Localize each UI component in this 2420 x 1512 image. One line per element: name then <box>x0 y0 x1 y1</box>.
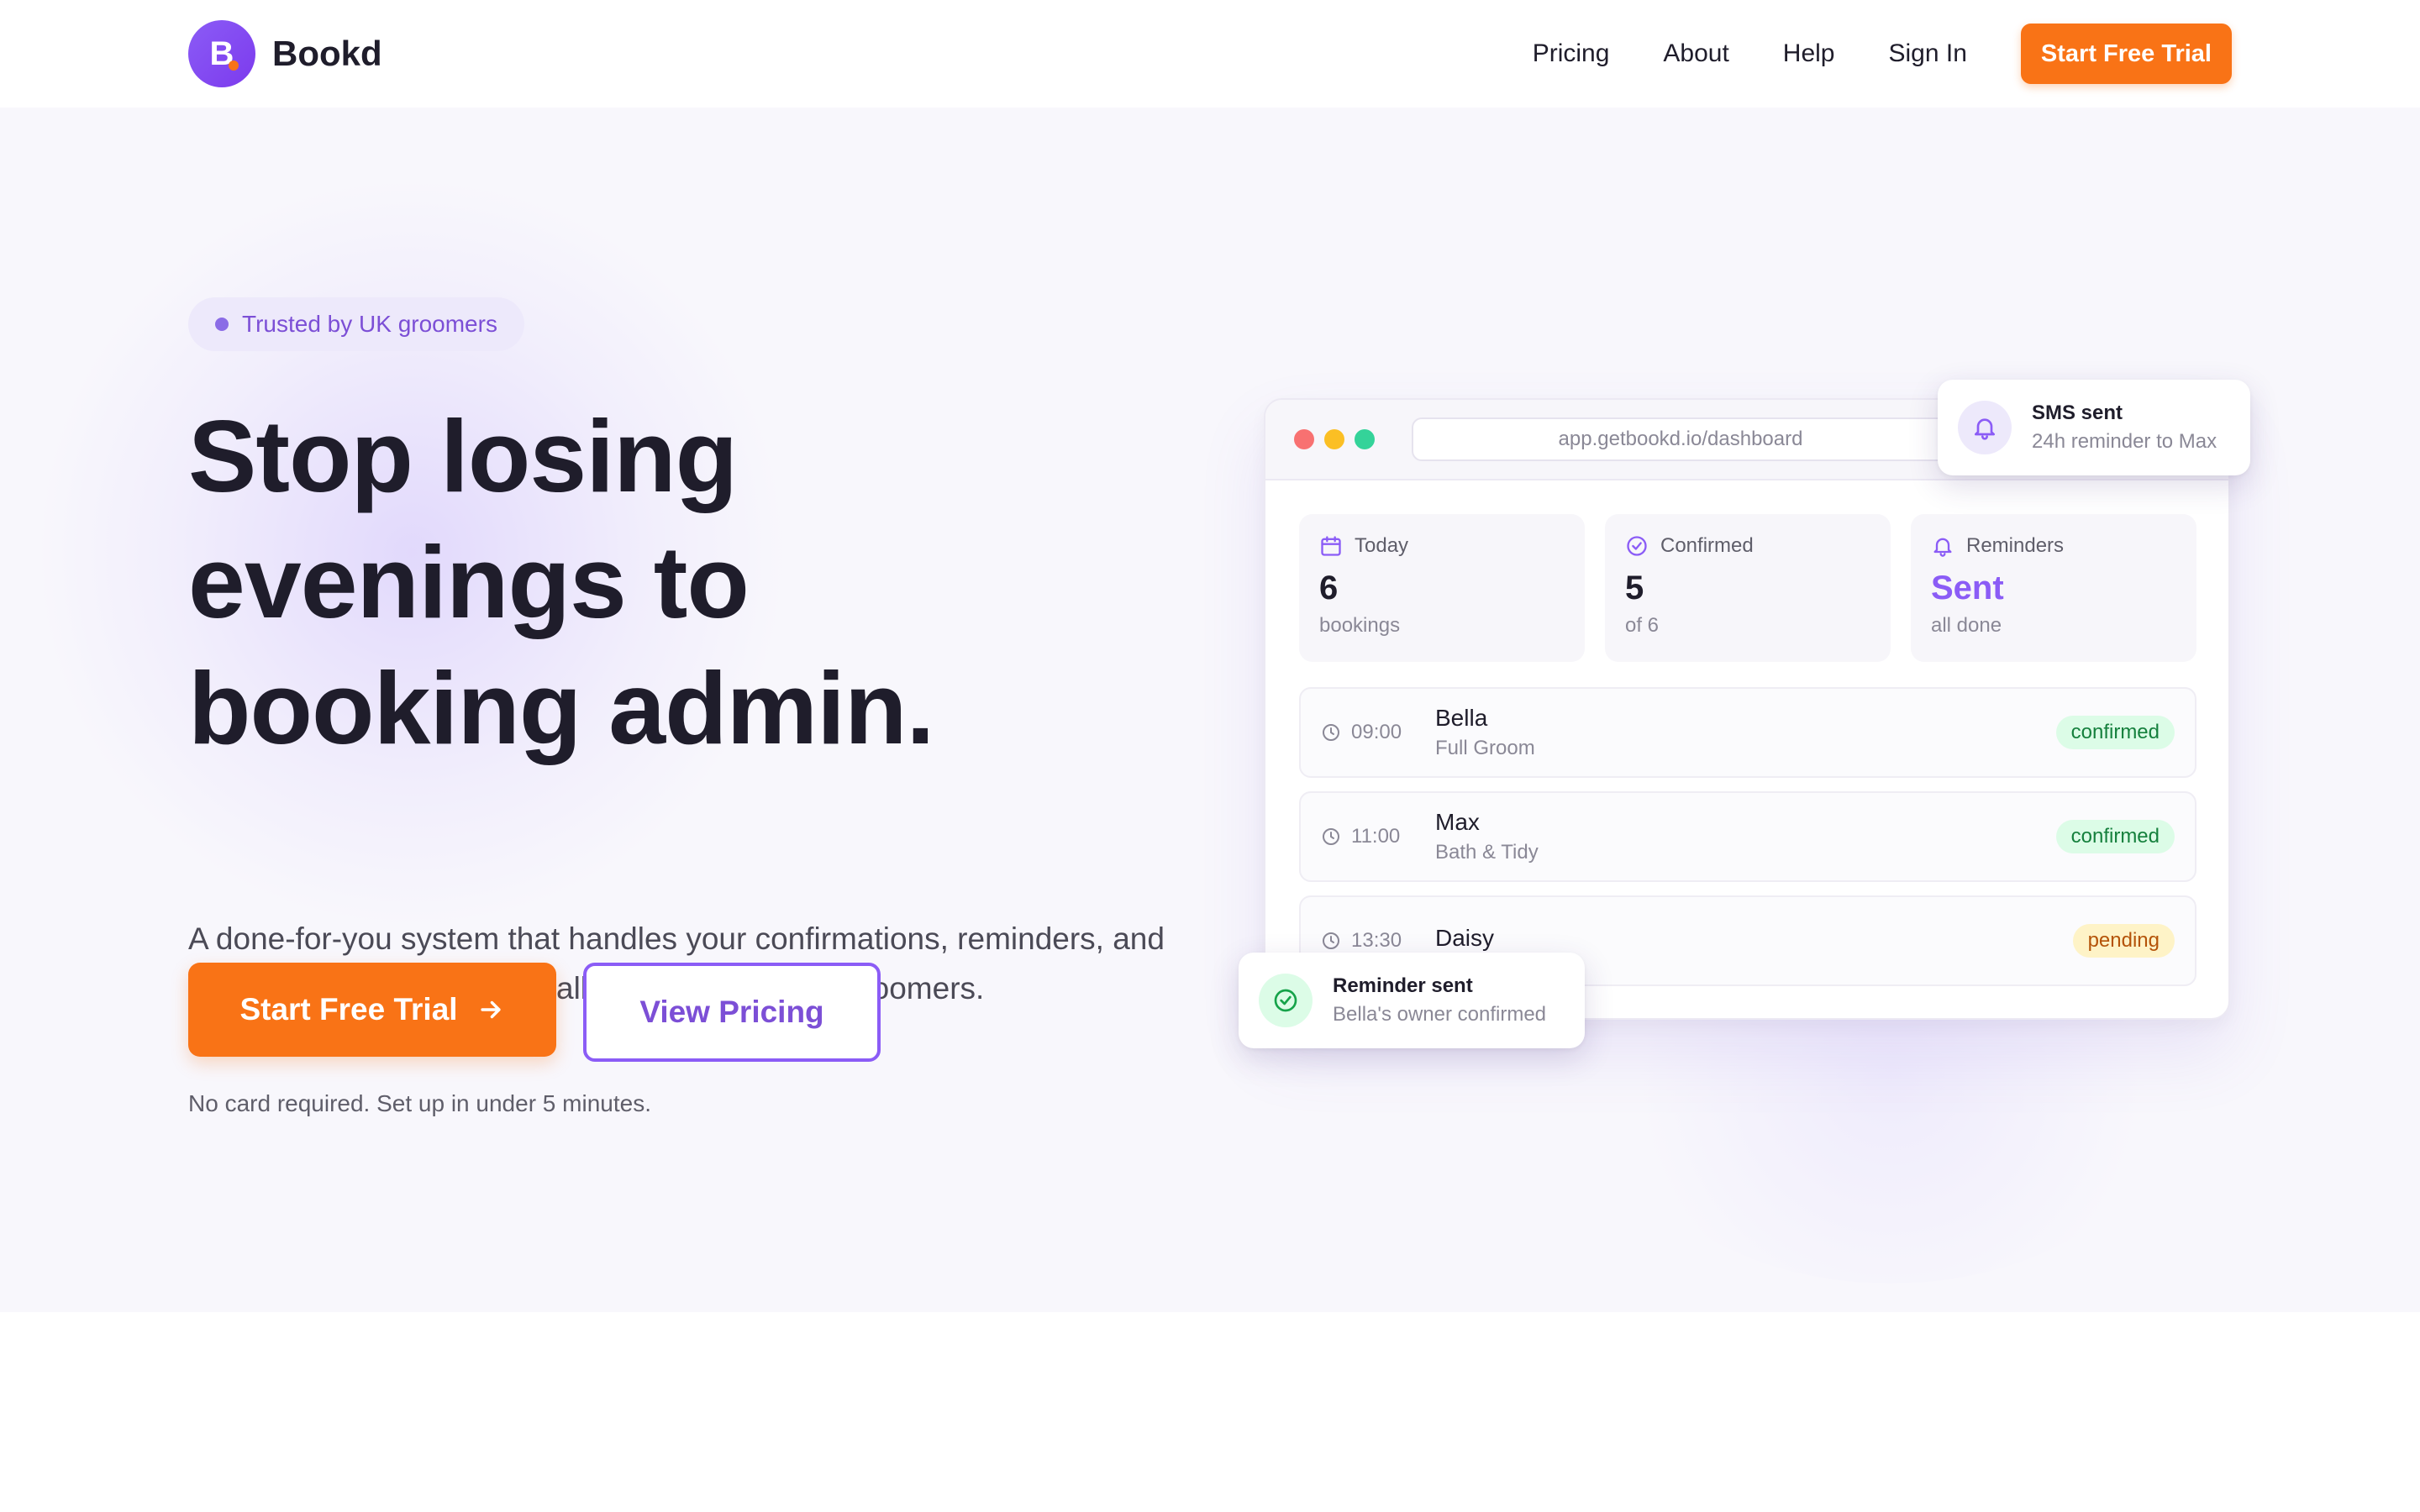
stat-sub: of 6 <box>1625 614 1660 637</box>
status-badge: confirmed <box>2055 820 2175 853</box>
stat-value: 6 <box>1319 570 1339 606</box>
booking-dog-name: Max <box>1435 809 1480 835</box>
headline-line-2: evenings to <box>188 525 750 639</box>
nav-link-help[interactable]: Help <box>1783 39 1835 68</box>
start-free-trial-label: Start Free Trial <box>239 992 458 1026</box>
booking-service: Bath & Tidy <box>1435 841 1539 864</box>
hero-headline: Stop losing evenings to booking admin. <box>188 393 1197 771</box>
badge-dot <box>215 318 229 331</box>
toast-title: Reminder sent <box>1333 974 1473 997</box>
calendar-icon <box>1321 536 1341 556</box>
url-bar: app.getbookd.io/dashboard <box>1412 417 1949 461</box>
stat-label: Today <box>1355 534 1409 557</box>
nav-links: Pricing About Help Sign In Start Free Tr… <box>1533 24 2232 84</box>
bell-icon <box>1975 418 1995 440</box>
stat-label: Reminders <box>1966 534 2065 557</box>
booking-row[interactable]: 11:00 Max Bath & Tidy confirmed <box>1299 791 2196 882</box>
logo-mark: B <box>188 20 255 87</box>
toast-title: SMS sent <box>2032 402 2123 424</box>
status-badge: pending <box>2072 924 2175 958</box>
stat-card-reminders: Reminders Sent all done <box>1911 514 2196 662</box>
stat-value: 5 <box>1625 570 1644 606</box>
trust-badge: Trusted by UK groomers <box>188 297 524 351</box>
booking-time: 11:00 <box>1351 825 1401 848</box>
stat-card-today: Today 6 bookings <box>1299 514 1585 662</box>
clock-icon <box>1323 932 1339 949</box>
stat-value: Sent <box>1931 570 2004 606</box>
nav-link-pricing[interactable]: Pricing <box>1533 39 1610 68</box>
toast-subtitle: 24h reminder to Max <box>2032 430 2217 453</box>
reminder-sent-toast: Reminder sent Bella's owner confirmed <box>1239 953 1585 1048</box>
nav-link-about[interactable]: About <box>1663 39 1728 68</box>
start-free-trial-button[interactable]: Start Free Trial <box>188 963 556 1057</box>
bell-icon <box>1933 538 1952 557</box>
nav-link-sign-in[interactable]: Sign In <box>1889 39 1967 68</box>
stat-card-confirmed: Confirmed 5 of 6 <box>1605 514 1891 662</box>
booking-row[interactable]: 09:00 Bella Full Groom confirmed <box>1299 687 2196 778</box>
nav-start-trial-button[interactable]: Start Free Trial <box>2020 24 2232 84</box>
toast-subtitle: Bella's owner confirmed <box>1333 1003 1547 1026</box>
stat-sub: bookings <box>1319 614 1401 637</box>
clock-icon <box>1323 724 1339 741</box>
stat-sub: all done <box>1931 614 2002 637</box>
logo[interactable]: B Bookd <box>188 20 382 87</box>
check-circle-icon <box>1274 989 1297 1012</box>
window-close-dot <box>1294 429 1314 449</box>
window-maximize-dot <box>1355 429 1375 449</box>
check-circle-icon <box>1627 536 1647 556</box>
booking-dog-name: Daisy <box>1435 925 1495 951</box>
sms-sent-toast: SMS sent 24h reminder to Max <box>1938 380 2250 475</box>
stat-label: Confirmed <box>1660 534 1754 557</box>
booking-dog-name: Bella <box>1435 705 1488 731</box>
badge-text: Trusted by UK groomers <box>242 311 497 337</box>
top-nav: B Bookd Pricing About Help Sign In Start… <box>0 0 2420 108</box>
dashboard-preview-window: app.getbookd.io/dashboard Today 6 bookin… <box>1264 398 2230 1020</box>
clock-icon <box>1323 828 1339 845</box>
no-card-note: No card required. Set up in under 5 minu… <box>188 1090 651 1116</box>
booking-time: 09:00 <box>1351 721 1402 743</box>
headline-line-3: booking admin. <box>188 651 934 765</box>
booking-service: Full Groom <box>1435 737 1535 759</box>
view-pricing-button[interactable]: View Pricing <box>583 963 881 1062</box>
booking-time: 13:30 <box>1351 929 1402 952</box>
toast-icon-wrap <box>1958 401 2012 454</box>
arrow-right-icon <box>480 1000 501 1019</box>
status-badge: confirmed <box>2055 716 2175 749</box>
brand-name: Bookd <box>272 34 382 73</box>
stats-row: Today 6 bookings Confirmed 5 of 6 Remind… <box>1299 514 2196 662</box>
hero-section: Trusted by UK groomers Stop losing eveni… <box>0 108 2420 1312</box>
window-minimize-dot <box>1324 429 1344 449</box>
toast-icon-wrap <box>1259 974 1313 1027</box>
logo-dot <box>229 60 239 71</box>
headline-line-1: Stop losing <box>188 399 738 513</box>
